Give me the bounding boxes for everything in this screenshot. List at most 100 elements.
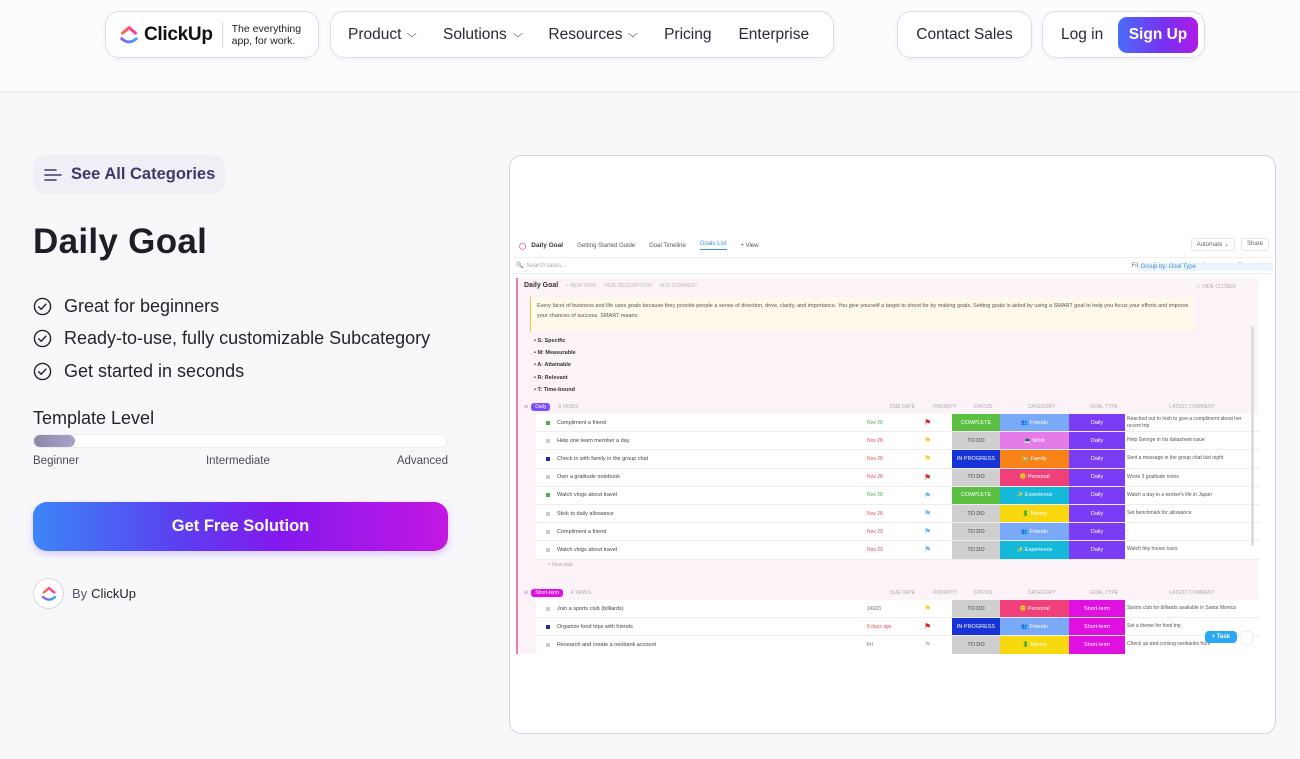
goal-type-badge[interactable]: Daily bbox=[1069, 414, 1125, 431]
due-date[interactable]: Nov 28 bbox=[867, 474, 924, 480]
column-header[interactable]: PRIORITY bbox=[931, 590, 959, 596]
status-badge[interactable]: IN PROGRESS bbox=[952, 618, 1000, 635]
due-date[interactable]: Nov 28 bbox=[867, 456, 924, 462]
author-name[interactable]: ClickUp bbox=[91, 586, 136, 601]
task-row[interactable]: Compliment a friend Nov 29 ⚑ TO DO 👥 Fri… bbox=[536, 523, 1260, 541]
contact-sales-button[interactable]: Contact Sales bbox=[897, 11, 1032, 58]
status-badge[interactable]: TO DO bbox=[952, 636, 1000, 653]
task-row[interactable]: Help one team member a day Nov 28 ⚑ TO D… bbox=[536, 432, 1260, 450]
add-view-button[interactable]: + View bbox=[741, 243, 759, 249]
nav-enterprise[interactable]: Enterprise bbox=[738, 26, 809, 44]
get-free-solution-button[interactable]: Get Free Solution bbox=[33, 502, 448, 551]
due-date[interactable]: Nov 28 bbox=[867, 420, 924, 426]
goal-type-badge[interactable]: Short-term bbox=[1069, 636, 1125, 653]
goal-type-badge[interactable]: Daily bbox=[1069, 505, 1125, 522]
tab-getting-started[interactable]: Getting Started Guide bbox=[577, 243, 635, 249]
category-badge[interactable]: 💻 Work bbox=[1000, 432, 1069, 449]
priority-flag-icon[interactable]: ⚑ bbox=[924, 491, 952, 500]
task-name[interactable]: Join a sports club (billiards) bbox=[557, 606, 867, 612]
column-header[interactable]: LATEST COMMENT bbox=[1132, 590, 1252, 596]
due-date[interactable]: Nov 28 bbox=[867, 492, 924, 498]
category-badge[interactable]: ✨ Experience bbox=[1000, 487, 1069, 504]
task-row[interactable]: Own a gratitude notebook Nov 28 ⚑ TO DO … bbox=[536, 469, 1260, 487]
nav-pricing[interactable]: Pricing bbox=[664, 26, 711, 44]
task-row[interactable]: Check in with family in the group chat N… bbox=[536, 450, 1260, 468]
task-name[interactable]: Check in with family in the group chat bbox=[557, 456, 867, 462]
task-name[interactable]: Compliment a friend bbox=[557, 529, 867, 535]
nav-solutions[interactable]: Solutions⌵ bbox=[443, 26, 521, 44]
clickup-logo-link[interactable]: ClickUp The everythingapp, for work. bbox=[105, 11, 319, 58]
status-badge[interactable]: COMPLETE bbox=[952, 414, 1000, 431]
task-row[interactable]: Watch vlogs about travel Nov 28 ⚑ COMPLE… bbox=[536, 487, 1260, 505]
task-name[interactable]: Watch vlogs about travel bbox=[557, 547, 867, 553]
column-header[interactable]: STATUS bbox=[959, 590, 1007, 596]
column-header[interactable]: LATEST COMMENT bbox=[1132, 404, 1252, 410]
task-name[interactable]: Watch vlogs about travel bbox=[557, 492, 867, 498]
priority-flag-icon[interactable]: ⚑ bbox=[924, 509, 952, 518]
task-name[interactable]: Help one team member a day bbox=[557, 438, 867, 444]
status-badge[interactable]: TO DO bbox=[952, 600, 1000, 617]
tab-daily-goal[interactable]: ◯Daily Goal bbox=[519, 242, 563, 250]
new-task-action[interactable]: + NEW TASK bbox=[566, 283, 596, 289]
task-name[interactable]: Research and create a neobank account bbox=[557, 642, 867, 648]
category-badge[interactable]: 👥 Friends bbox=[1000, 414, 1069, 431]
due-date[interactable]: 1/6/23 bbox=[867, 606, 924, 612]
apps-icon[interactable] bbox=[1241, 631, 1253, 645]
due-date[interactable]: Nov 29 bbox=[867, 547, 924, 553]
due-date[interactable]: Nov 29 bbox=[867, 529, 924, 535]
task-row[interactable]: Join a sports club (billiards) 1/6/23 ⚑ … bbox=[536, 600, 1260, 618]
hide-description-action[interactable]: HIDE DESCRIPTION bbox=[604, 283, 652, 289]
priority-flag-icon[interactable]: ⚑ bbox=[924, 454, 952, 463]
see-all-categories-button[interactable]: See All Categories bbox=[33, 155, 225, 194]
category-badge[interactable]: 💲 Money bbox=[1000, 505, 1069, 522]
category-badge[interactable]: 😊 Personal bbox=[1000, 600, 1069, 617]
goal-type-badge[interactable]: Short-term bbox=[1069, 600, 1125, 617]
due-date[interactable]: Fri bbox=[867, 642, 924, 648]
task-row[interactable]: Research and create a neobank account Fr… bbox=[536, 636, 1260, 654]
column-header[interactable]: GOAL TYPE bbox=[1076, 590, 1132, 596]
column-header[interactable]: CATEGORY bbox=[1007, 590, 1076, 596]
category-badge[interactable]: 🏡 Family bbox=[1000, 450, 1069, 467]
task-name[interactable]: Own a gratitude notebook bbox=[557, 474, 867, 480]
priority-flag-icon[interactable]: ⚑ bbox=[924, 622, 952, 631]
column-header[interactable]: PRIORITY bbox=[931, 404, 959, 410]
goal-type-badge[interactable]: Daily bbox=[1069, 487, 1125, 504]
status-badge[interactable]: TO DO bbox=[952, 505, 1000, 522]
task-name[interactable]: Stick to daily allowance bbox=[557, 511, 867, 517]
goal-type-badge[interactable]: Short-term bbox=[1069, 618, 1125, 635]
add-task-button[interactable]: + Task bbox=[1205, 631, 1237, 643]
priority-flag-icon[interactable]: ⚑ bbox=[924, 418, 952, 427]
task-name[interactable]: Compliment a friend bbox=[557, 420, 867, 426]
category-badge[interactable]: 😊 Personal bbox=[1000, 469, 1069, 486]
status-badge[interactable]: TO DO bbox=[952, 432, 1000, 449]
new-task-link[interactable]: + New task bbox=[524, 560, 1260, 571]
hide-closed-toggle[interactable]: ✓ HIDE CLOSED bbox=[1197, 284, 1236, 290]
status-badge[interactable]: COMPLETE bbox=[952, 487, 1000, 504]
login-link[interactable]: Log in bbox=[1061, 26, 1103, 44]
automate-button[interactable]: Automate ⌄ bbox=[1191, 238, 1235, 251]
collapse-icon[interactable]: ⊖ bbox=[524, 590, 528, 596]
status-badge[interactable]: TO DO bbox=[952, 469, 1000, 486]
priority-flag-icon[interactable]: ⚑ bbox=[924, 545, 952, 554]
task-row[interactable]: Stick to daily allowance Nov 28 ⚑ TO DO … bbox=[536, 505, 1260, 523]
column-header[interactable]: DUE DATE bbox=[874, 404, 931, 410]
category-badge[interactable]: 💲 Money bbox=[1000, 636, 1069, 653]
goal-type-badge[interactable]: Daily bbox=[1069, 450, 1125, 467]
due-date[interactable]: Nov 28 bbox=[867, 511, 924, 517]
status-badge[interactable]: IN PROGRESS bbox=[952, 450, 1000, 467]
column-header[interactable]: DUE DATE bbox=[874, 590, 931, 596]
goal-type-badge[interactable]: Daily bbox=[1069, 432, 1125, 449]
goal-type-badge[interactable]: Daily bbox=[1069, 469, 1125, 486]
scrollbar[interactable] bbox=[1251, 326, 1254, 546]
status-badge[interactable]: TO DO bbox=[952, 541, 1000, 558]
priority-flag-icon[interactable]: ⚑ bbox=[924, 527, 952, 536]
priority-flag-icon[interactable]: ⚑ bbox=[924, 436, 952, 445]
column-header[interactable]: CATEGORY bbox=[1007, 404, 1076, 410]
task-name[interactable]: Organize food trips with friends bbox=[557, 624, 867, 630]
category-badge[interactable]: ✨ Experience bbox=[1000, 541, 1069, 558]
column-header[interactable]: GOAL TYPE bbox=[1076, 404, 1132, 410]
task-row[interactable]: Organize food trips with friends 5 days … bbox=[536, 618, 1260, 636]
group-by-button[interactable]: Group by: Goal Type bbox=[1138, 263, 1273, 271]
share-button[interactable]: Share bbox=[1241, 238, 1269, 251]
priority-flag-icon[interactable]: ⚑ bbox=[924, 473, 952, 482]
